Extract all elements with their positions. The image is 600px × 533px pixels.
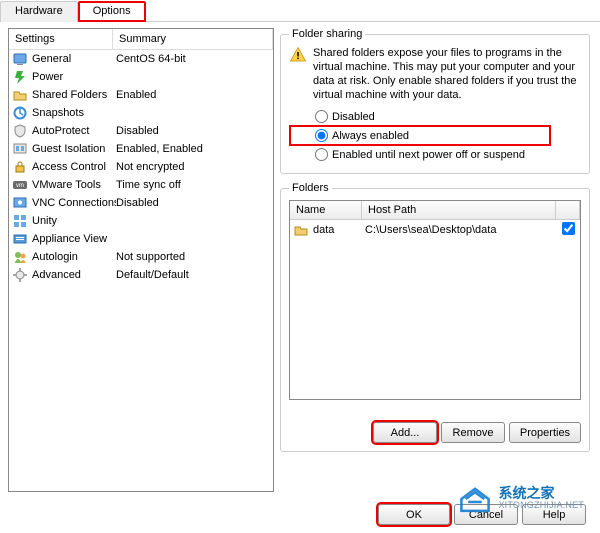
settings-row[interactable]: Guest IsolationEnabled, Enabled (9, 140, 273, 158)
settings-label: Shared Folders (32, 89, 116, 101)
folders-header: Name Host Path (290, 201, 580, 220)
settings-label: General (32, 53, 116, 65)
ok-button[interactable]: OK (378, 504, 450, 525)
folder-enable-checkbox[interactable] (562, 222, 575, 235)
folder-hostpath: C:\Users\sea\Desktop\data (365, 224, 559, 236)
cancel-button[interactable]: Cancel (454, 504, 518, 525)
add-button[interactable]: Add... (373, 422, 437, 443)
remove-button[interactable]: Remove (441, 422, 505, 443)
radio-until-input[interactable] (315, 148, 328, 161)
settings-row[interactable]: AutologinNot supported (9, 248, 273, 266)
settings-label: Advanced (32, 269, 116, 281)
col-settings[interactable]: Settings (9, 29, 113, 49)
settings-row[interactable]: Shared FoldersEnabled (9, 86, 273, 104)
radio-always-input[interactable] (315, 129, 328, 142)
power-icon (12, 69, 28, 85)
general-icon (12, 51, 28, 67)
dialog-content: Settings Summary GeneralCentOS 64-bitPow… (0, 22, 600, 492)
shared-folders-icon (12, 87, 28, 103)
settings-header: Settings Summary (9, 29, 273, 50)
right-panel: Folder sharing Shared folders expose you… (280, 28, 600, 492)
settings-summary: CentOS 64-bit (116, 53, 270, 65)
settings-summary: Enabled, Enabled (116, 143, 270, 155)
settings-summary: Disabled (116, 125, 270, 137)
radio-always-label: Always enabled (332, 130, 409, 142)
settings-label: VNC Connections (32, 197, 116, 209)
autoprotect-icon (12, 123, 28, 139)
folders-legend: Folders (289, 182, 332, 194)
radio-always-enabled[interactable]: Always enabled (289, 125, 551, 146)
settings-label: Guest Isolation (32, 143, 116, 155)
col-name[interactable]: Name (290, 201, 362, 219)
tab-options[interactable]: Options (78, 1, 146, 22)
radio-until-poweroff[interactable]: Enabled until next power off or suspend (289, 146, 581, 163)
settings-row[interactable]: Appliance View (9, 230, 273, 248)
radio-disabled-label: Disabled (332, 111, 375, 123)
tab-hardware[interactable]: Hardware (0, 1, 78, 22)
radio-disabled[interactable]: Disabled (289, 108, 581, 125)
col-enabled[interactable] (556, 201, 580, 219)
svg-text:vm: vm (16, 183, 24, 189)
dialog-buttons: OK Cancel Help (378, 504, 586, 525)
settings-row[interactable]: vm VMware ToolsTime sync off (9, 176, 273, 194)
settings-list: Settings Summary GeneralCentOS 64-bitPow… (8, 28, 274, 492)
advanced-icon (12, 267, 28, 283)
settings-label: Access Control (32, 161, 116, 173)
unity-icon (12, 213, 28, 229)
folder-name: data (313, 224, 365, 236)
settings-label: Appliance View (32, 233, 116, 245)
settings-summary: Time sync off (116, 179, 270, 191)
properties-button[interactable]: Properties (509, 422, 581, 443)
settings-summary: Not encrypted (116, 161, 270, 173)
settings-summary: Default/Default (116, 269, 270, 281)
settings-label: Power (32, 71, 116, 83)
folders-rows: dataC:\Users\sea\Desktop\data (290, 220, 580, 240)
settings-summary: Not supported (116, 251, 270, 263)
folders-list: Name Host Path dataC:\Users\sea\Desktop\… (289, 200, 581, 400)
settings-row[interactable]: VNC ConnectionsDisabled (9, 194, 273, 212)
folders-group: Folders Name Host Path dataC:\Users\sea\… (280, 182, 590, 452)
col-summary[interactable]: Summary (113, 29, 273, 49)
folder-sharing-group: Folder sharing Shared folders expose you… (280, 28, 590, 174)
folder-icon (293, 222, 309, 238)
settings-row[interactable]: Snapshots (9, 104, 273, 122)
settings-label: Autologin (32, 251, 116, 263)
folder-sharing-legend: Folder sharing (289, 28, 365, 40)
appliance-view-icon (12, 231, 28, 247)
settings-row[interactable]: Unity (9, 212, 273, 230)
snapshots-icon (12, 105, 28, 121)
guest-isolation-icon (12, 141, 28, 157)
settings-label: VMware Tools (32, 179, 116, 191)
folder-sharing-warning: Shared folders expose your files to prog… (313, 46, 581, 102)
help-button[interactable]: Help (522, 504, 586, 525)
settings-label: AutoProtect (32, 125, 116, 137)
warning-icon (289, 46, 307, 64)
folder-row[interactable]: dataC:\Users\sea\Desktop\data (290, 220, 580, 240)
col-hostpath[interactable]: Host Path (362, 201, 556, 219)
vnc-icon (12, 195, 28, 211)
settings-label: Unity (32, 215, 116, 227)
settings-row[interactable]: AdvancedDefault/Default (9, 266, 273, 284)
settings-label: Snapshots (32, 107, 116, 119)
radio-disabled-input[interactable] (315, 110, 328, 123)
settings-row[interactable]: Access ControlNot encrypted (9, 158, 273, 176)
tab-strip: Hardware Options (0, 0, 600, 22)
settings-row[interactable]: GeneralCentOS 64-bit (9, 50, 273, 68)
settings-summary: Disabled (116, 197, 270, 209)
settings-summary: Enabled (116, 89, 270, 101)
access-control-icon (12, 159, 28, 175)
radio-until-label: Enabled until next power off or suspend (332, 149, 525, 161)
settings-row[interactable]: AutoProtectDisabled (9, 122, 273, 140)
settings-row[interactable]: Power (9, 68, 273, 86)
autologin-icon (12, 249, 28, 265)
folder-buttons: Add... Remove Properties (373, 422, 581, 443)
vmware-tools-icon: vm (12, 177, 28, 193)
settings-rows: GeneralCentOS 64-bitPowerShared FoldersE… (9, 50, 273, 491)
